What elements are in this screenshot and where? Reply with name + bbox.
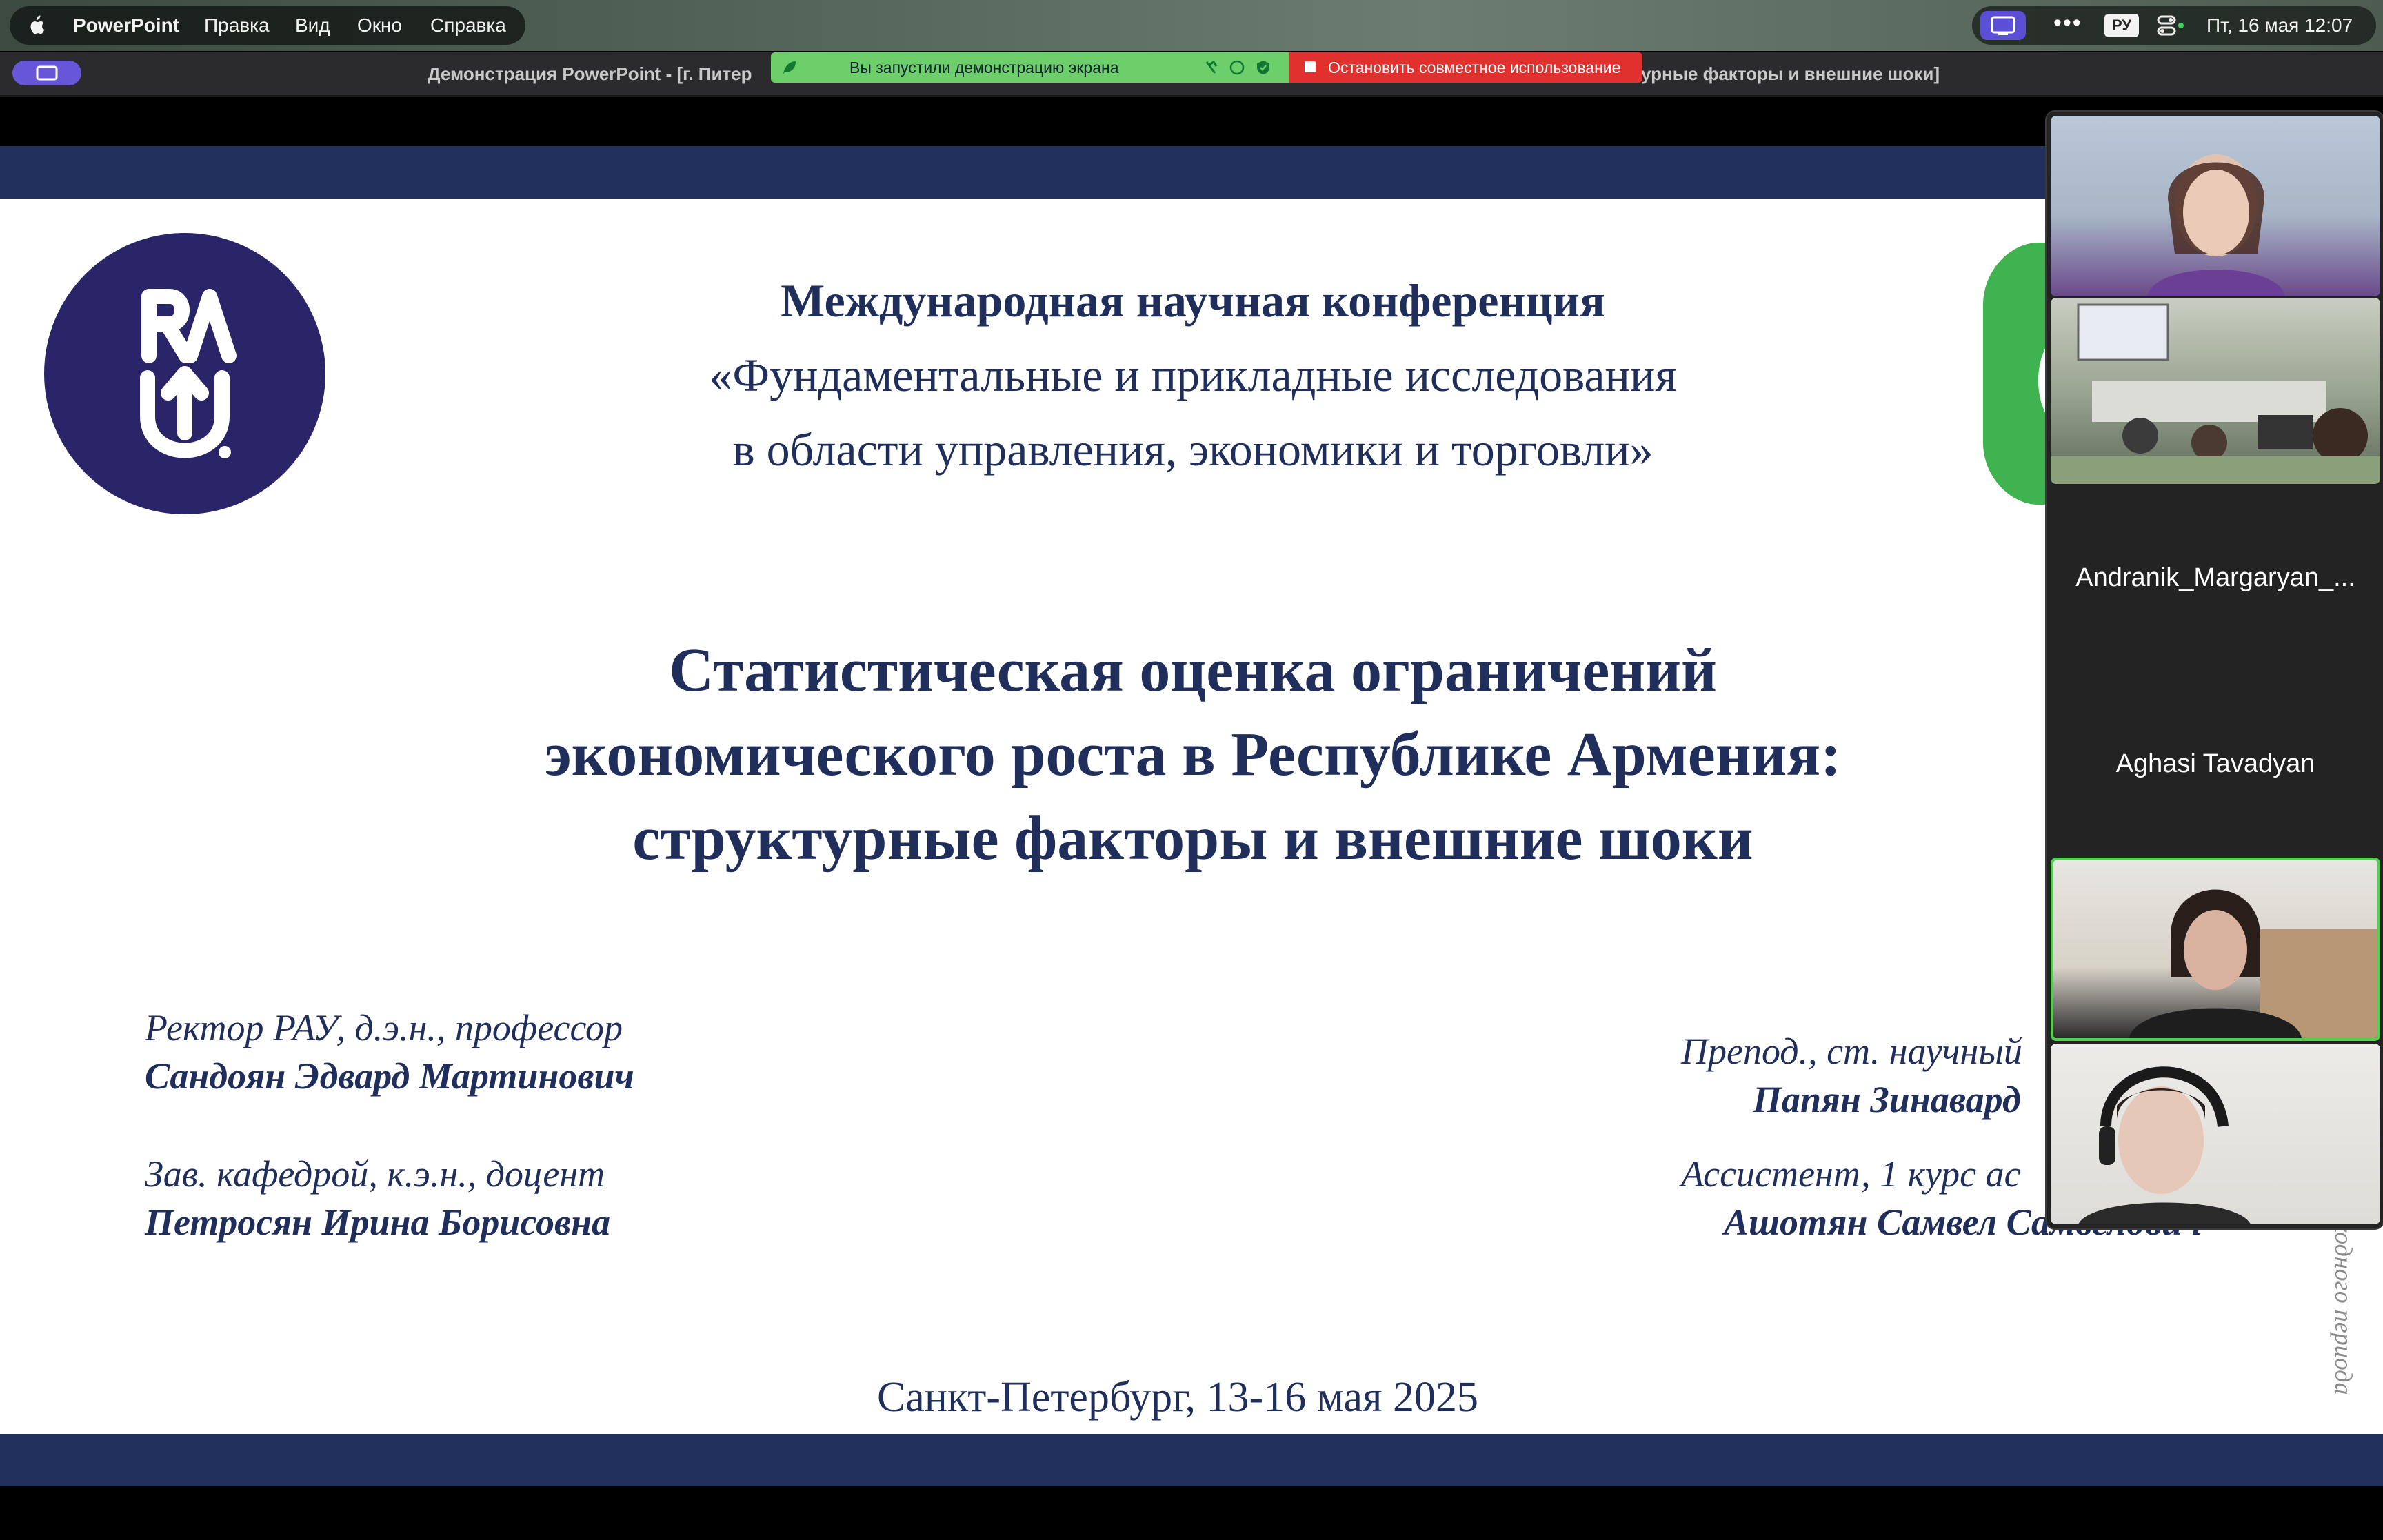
participant-silhouette [2147, 154, 2285, 296]
conference-room-video [2051, 303, 2380, 484]
menu-app-name[interactable]: PowerPoint [73, 0, 179, 51]
menu-item-help[interactable]: Справка [430, 0, 506, 51]
author-role: Зав. кафедрой, к.э.н., доцент [145, 1153, 605, 1195]
screen-share-status-icon[interactable] [1980, 11, 2026, 40]
share-status-text: Вы запустили демонстрацию экрана [849, 59, 1119, 77]
record-icon[interactable] [1229, 59, 1245, 76]
shield-icon[interactable] [1255, 59, 1271, 76]
pause-share-icon[interactable] [1203, 59, 1219, 76]
menu-bar: PowerPoint Правка Вид Окно Справка ••• Р… [0, 0, 2383, 51]
window-share-button[interactable] [12, 61, 81, 85]
conference-subtitle-line-2: в области управления, экономики и торгов… [732, 423, 1653, 476]
input-language-badge[interactable]: РУ [2104, 14, 2139, 37]
author-role: Ректор РАУ, д.э.н., профессор [145, 1007, 623, 1048]
share-leaf-icon [783, 61, 796, 74]
talk-title-line-1: Статистическая оценка ограничений [669, 636, 1717, 705]
participant-name: Aghasi Tavadyan [2115, 749, 2315, 778]
participant-silhouette [2129, 889, 2377, 1038]
author-name: Петросян Ирина Борисовна [145, 1202, 611, 1243]
presentation-slide[interactable]: Международная научная конференция «Фунда… [0, 146, 2383, 1486]
stop-share-area: Остановить совместное использование [1289, 52, 1642, 83]
apple-icon[interactable] [26, 14, 46, 37]
active-speaker-video-tile[interactable] [2051, 858, 2380, 1041]
conference-name: Международная научная конференция [781, 274, 1605, 327]
author-block: Зав. кафедрой, к.э.н., доцент Петросян И… [145, 1150, 610, 1246]
slide-bottom-band [0, 1434, 2383, 1486]
menu-item-window[interactable]: Окно [357, 0, 402, 51]
stop-share-label: Остановить совместное использование [1328, 59, 1621, 77]
stop-share-button[interactable]: Остановить совместное использование [1289, 52, 1642, 83]
participant-video-tile[interactable] [2051, 1044, 2380, 1224]
author-role: Препод., ст. научный [1681, 1031, 2022, 1072]
window-title-end: урные факторы и внешние шоки] [1641, 63, 1940, 84]
participants-panel[interactable]: Andranik_Margaryan_... Aghasi Tavadyan [2045, 110, 2383, 1230]
talk-title-line-2: экономического роста в Республике Армени… [544, 720, 1842, 789]
slide-top-band [0, 146, 2383, 199]
participant-video-tile[interactable] [2051, 116, 2380, 296]
talk-title: Статистическая оценка ограничений эконом… [386, 629, 2000, 881]
author-name: Папян Зинавард [1753, 1079, 2021, 1120]
participant-name-tile[interactable]: Andranik_Margaryan_... [2051, 484, 2380, 670]
author-block: Ректор РАУ, д.э.н., профессор Сандоян Эд… [145, 1004, 634, 1100]
author-block: Препод., ст. научный Папян Зинавард [1681, 1027, 2022, 1124]
menu-clock[interactable]: Пт, 16 мая 12:07 [2206, 0, 2353, 51]
window-title: Демонстрация PowerPoint - [г. Питер [428, 63, 752, 84]
conference-subtitle-line-1: «Фундаментальные и прикладные исследован… [709, 349, 1677, 401]
participant-silhouette [2078, 1066, 2251, 1224]
participant-name-tile[interactable]: Aghasi Tavadyan [2051, 670, 2380, 856]
share-status-area: Вы запустили демонстрацию экрана [771, 52, 1289, 83]
conference-heading: Международная научная конференция «Фунда… [552, 263, 1834, 487]
menu-item-edit[interactable]: Правка [204, 0, 270, 51]
talk-title-line-3: структурные факторы и внешние шоки [632, 804, 1753, 873]
more-icon[interactable]: ••• [2053, 10, 2082, 37]
participant-name: Andranik_Margaryan_... [2075, 563, 2355, 592]
screen-share-banner: Вы запустили демонстрацию экрана Останов… [771, 52, 1642, 83]
control-center-icon[interactable] [2157, 14, 2184, 37]
rau-logo [44, 233, 325, 514]
menu-item-view[interactable]: Вид [295, 0, 330, 51]
author-name: Сандоян Эдвард Мартинович [145, 1055, 634, 1097]
participant-video-tile[interactable] [2051, 298, 2380, 484]
stop-icon [1305, 61, 1316, 72]
place-and-date: Санкт-Петербург, 13-16 мая 2025 [876, 1374, 1479, 1421]
